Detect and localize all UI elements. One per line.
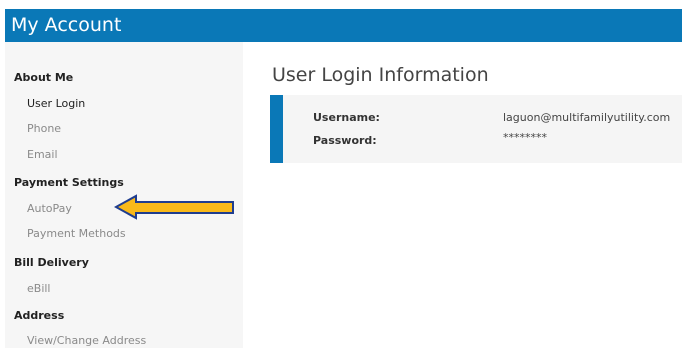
page-title: User Login Information bbox=[272, 64, 489, 86]
sidebar-item-payment-methods[interactable]: Payment Methods bbox=[27, 227, 126, 240]
sidebar-item-ebill[interactable]: eBill bbox=[27, 282, 50, 295]
app-header: My Account bbox=[5, 9, 682, 42]
card-accent-bar bbox=[270, 95, 283, 163]
password-label: Password: bbox=[313, 134, 377, 147]
sidebar-section-bill-delivery: Bill Delivery bbox=[14, 256, 89, 269]
sidebar-item-view-change-address[interactable]: View/Change Address bbox=[27, 334, 146, 347]
left-arrow-icon bbox=[114, 194, 234, 220]
username-value: laguon@multifamilyutility.com bbox=[503, 111, 671, 124]
sidebar-item-user-login[interactable]: User Login bbox=[27, 97, 85, 110]
sidebar-item-autopay[interactable]: AutoPay bbox=[27, 202, 72, 215]
username-label: Username: bbox=[313, 111, 380, 124]
sidebar-item-email[interactable]: Email bbox=[27, 148, 58, 161]
sidebar-section-address: Address bbox=[14, 309, 65, 322]
sidebar-section-about-me: About Me bbox=[14, 71, 74, 84]
page-header-title: My Account bbox=[11, 14, 122, 36]
login-info-card: Username: laguon@multifamilyutility.com … bbox=[270, 95, 682, 163]
password-value: ******** bbox=[503, 131, 547, 144]
sidebar-item-phone[interactable]: Phone bbox=[27, 122, 61, 135]
sidebar-section-payment-settings: Payment Settings bbox=[14, 176, 124, 189]
